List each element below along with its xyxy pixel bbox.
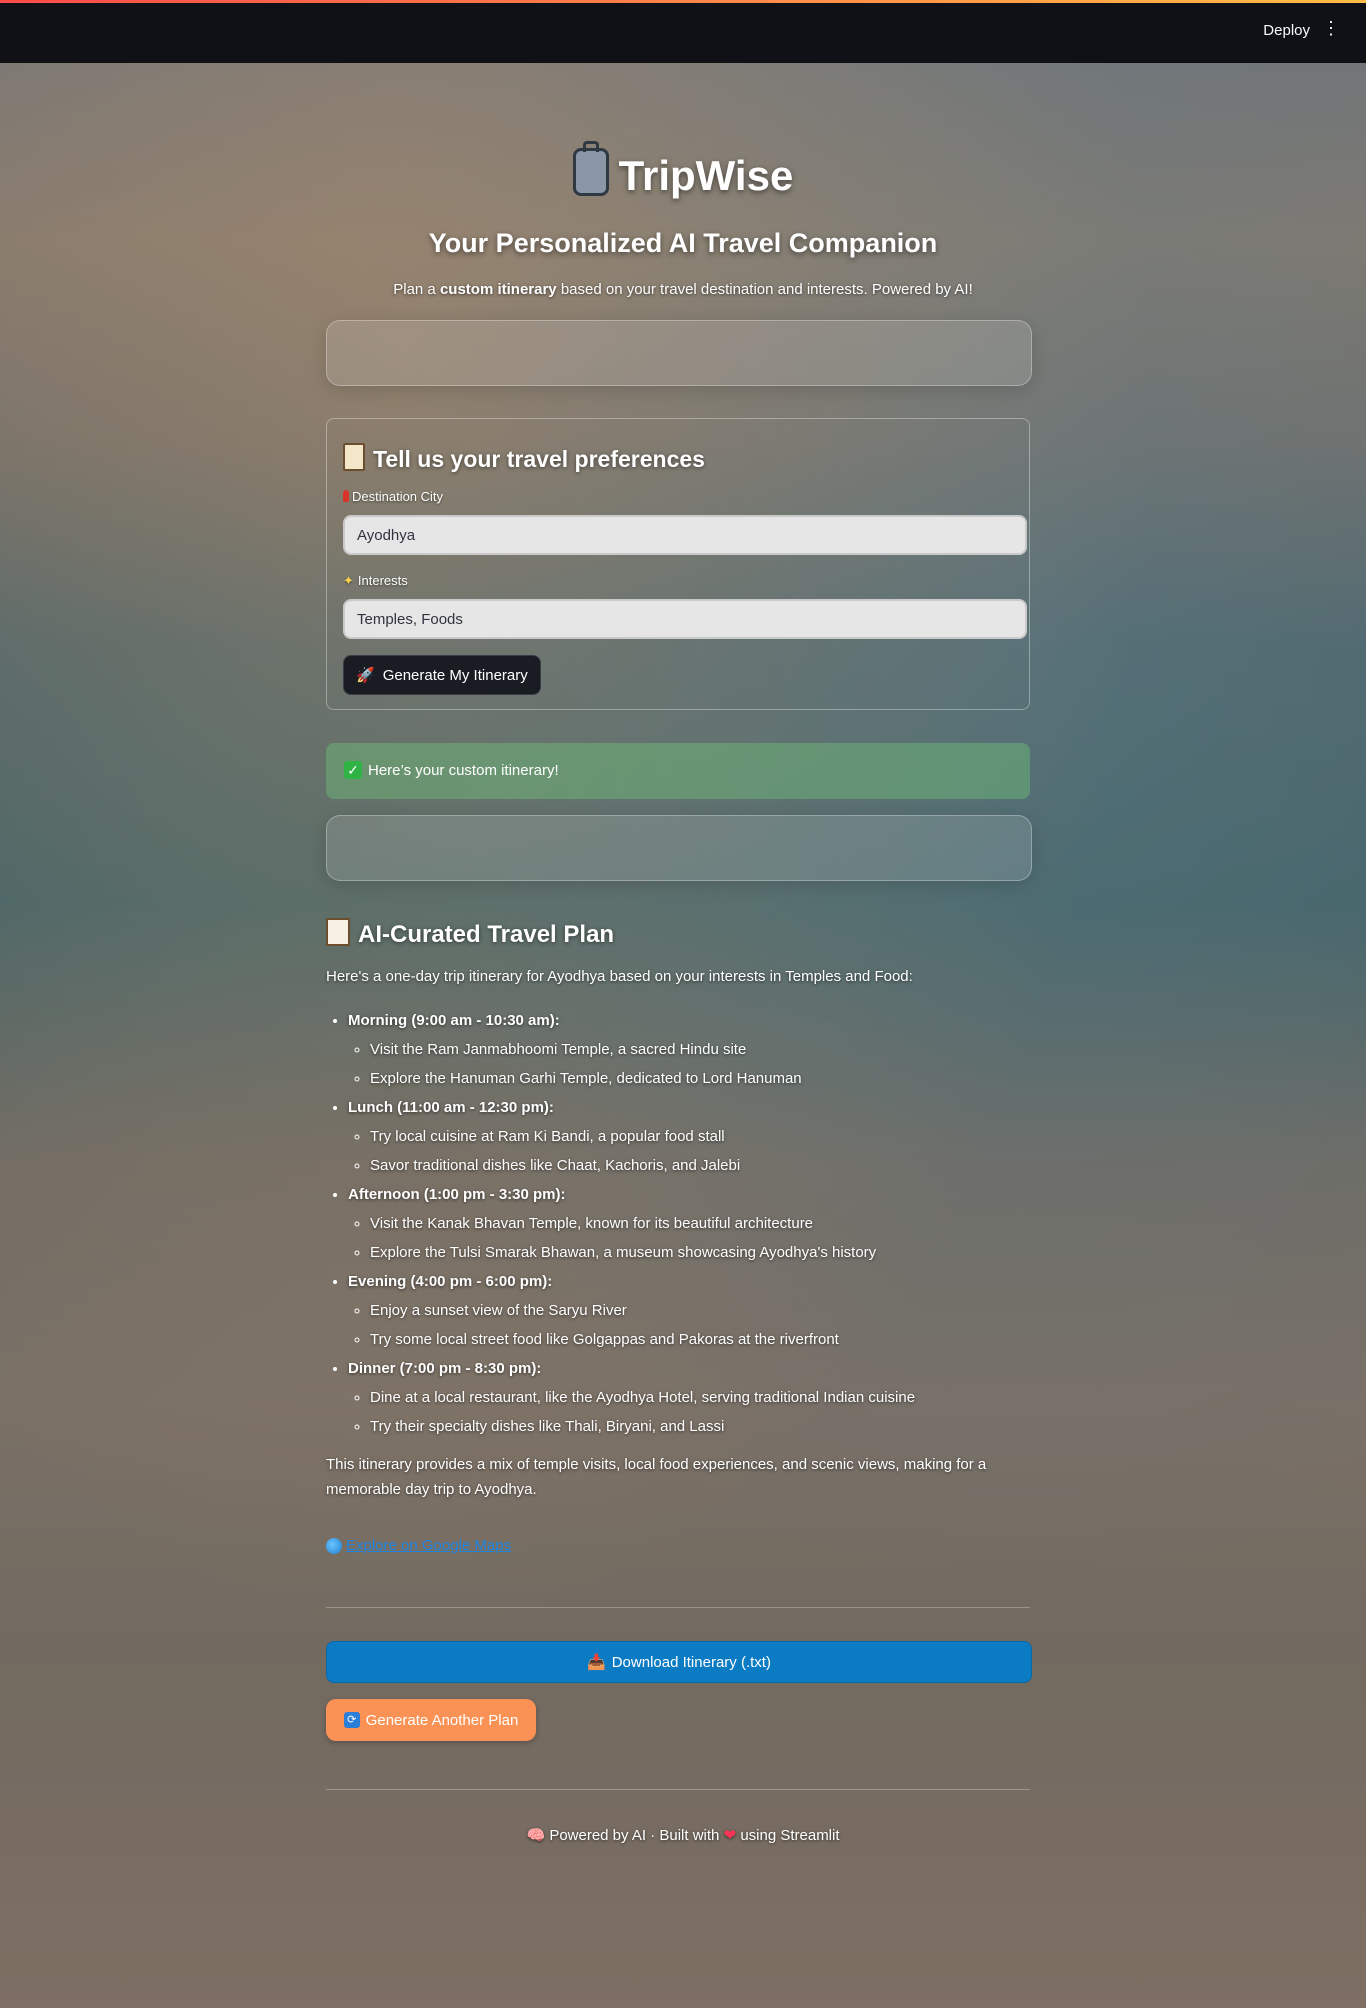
section-title: Lunch (11:00 am - 12:30 pm): (348, 1099, 554, 1116)
destination-label: Destination City (343, 489, 443, 504)
download-label: Download Itinerary (.txt) (611, 1653, 771, 1671)
checkmark-icon: ✓ (344, 761, 362, 779)
refresh-icon: ⟳ (343, 1712, 360, 1728)
clipboard-icon (343, 443, 365, 471)
divider (326, 1789, 1030, 1790)
footer-text-1: Powered by AI · Built with (549, 1827, 720, 1844)
rocket-icon: 🚀 (356, 667, 375, 684)
google-maps-link[interactable]: Explore on Google Maps (326, 1537, 511, 1554)
list-item: Enjoy a sunset view of the Saryu River (370, 1296, 1052, 1325)
section-title: Dinner (7:00 pm - 8:30 pm): (348, 1360, 542, 1377)
generate-another-plan-button[interactable]: ⟳ Generate Another Plan (326, 1699, 536, 1741)
success-alert: ✓ Here’s your custom itinerary! (326, 743, 1030, 799)
interests-label: ✦ Interests (343, 573, 408, 589)
generate-another-label: Generate Another Plan (365, 1711, 519, 1729)
destination-label-text: Destination City (352, 489, 444, 504)
deploy-button[interactable]: Deploy (1263, 22, 1310, 39)
glass-card-top (326, 320, 1032, 386)
section-title: Morning (9:00 am - 10:30 am): (348, 1012, 560, 1029)
list-item: Try their specialty dishes like Thali, B… (370, 1412, 1052, 1441)
list-item: Try some local street food like Golgappa… (370, 1325, 1052, 1354)
plan-intro: Here's a one-day trip itinerary for Ayod… (326, 968, 913, 985)
list-item: Savor traditional dishes like Chaat, Kac… (370, 1151, 1052, 1180)
preferences-form: Tell us your travel preferences Destinat… (326, 418, 1030, 710)
plan-heading-text: AI-Curated Travel Plan (358, 921, 615, 948)
page-title: TripWise (0, 141, 1366, 200)
list-item: Afternoon (1:00 pm - 3:30 pm): Visit the… (348, 1180, 1052, 1267)
interests-input[interactable] (343, 599, 1027, 639)
heart-icon: ❤ (723, 1827, 737, 1844)
list-item: Explore the Tulsi Smarak Bhawan, a museu… (370, 1238, 1052, 1267)
google-maps-link-text: Explore on Google Maps (346, 1537, 512, 1554)
download-itinerary-button[interactable]: 📥 Download Itinerary (.txt) (326, 1641, 1032, 1683)
intro-suffix: based on your travel destination and int… (556, 281, 973, 298)
kebab-menu-icon[interactable]: ⋮ (1322, 19, 1340, 37)
section-title: Afternoon (1:00 pm - 3:30 pm): (348, 1186, 566, 1203)
interests-label-text: Interests (357, 573, 408, 588)
list-item: Morning (9:00 am - 10:30 am): Visit the … (348, 1006, 1052, 1093)
list-item: Lunch (11:00 am - 12:30 pm): Try local c… (348, 1093, 1052, 1180)
top-bar: Deploy ⋮ (0, 0, 1366, 63)
footer-text-2: using Streamlit (740, 1827, 840, 1844)
list-item: Dinner (7:00 pm - 8:30 pm): Dine at a lo… (348, 1354, 1052, 1441)
intro-prefix: Plan a (393, 281, 440, 298)
intro-bold: custom itinerary (439, 281, 557, 298)
section-title: Evening (4:00 pm - 6:00 pm): (348, 1273, 553, 1290)
destination-input[interactable] (343, 515, 1027, 555)
intro-text: Plan a custom itinerary based on your tr… (0, 281, 1366, 298)
plan-summary: This itinerary provides a mix of temple … (326, 1456, 987, 1498)
generate-itinerary-button[interactable]: 🚀 Generate My Itinerary (343, 655, 541, 695)
list-item: Explore the Hanuman Garhi Temple, dedica… (370, 1064, 1052, 1093)
success-text: Here’s your custom itinerary! (368, 762, 559, 779)
list-item: Try local cuisine at Ram Ki Bandi, a pop… (370, 1122, 1052, 1151)
pin-icon (343, 490, 349, 502)
background-overlay (0, 0, 1366, 2008)
generate-itinerary-label: Generate My Itinerary (382, 666, 528, 684)
itinerary-list: Morning (9:00 am - 10:30 am): Visit the … (326, 1006, 1052, 1441)
glass-card-bottom (326, 815, 1032, 881)
form-heading: Tell us your travel preferences (343, 443, 705, 473)
footer: 🧠 Powered by AI · Built with ❤ using Str… (0, 1826, 1366, 1844)
list-item: Dine at a local restaurant, like the Ayo… (370, 1383, 1052, 1412)
plan-heading: AI-Curated Travel Plan (326, 918, 614, 949)
title-text: TripWise (618, 152, 794, 199)
page-subtitle: Your Personalized AI Travel Companion (428, 228, 938, 258)
list-item: Visit the Kanak Bhavan Temple, known for… (370, 1209, 1052, 1238)
globe-icon (326, 1537, 342, 1554)
form-heading-text: Tell us your travel preferences (373, 446, 705, 472)
list-item: Visit the Ram Janmabhoomi Temple, a sacr… (370, 1035, 1052, 1064)
luggage-icon (572, 141, 609, 196)
list-item: Evening (4:00 pm - 6:00 pm): Enjoy a sun… (348, 1267, 1052, 1354)
memo-icon (326, 918, 350, 946)
divider (326, 1607, 1030, 1608)
brain-icon: 🧠 (526, 1827, 546, 1844)
inbox-tray-icon: 📥 (587, 1654, 606, 1671)
sparkles-icon: ✦ (343, 573, 354, 588)
